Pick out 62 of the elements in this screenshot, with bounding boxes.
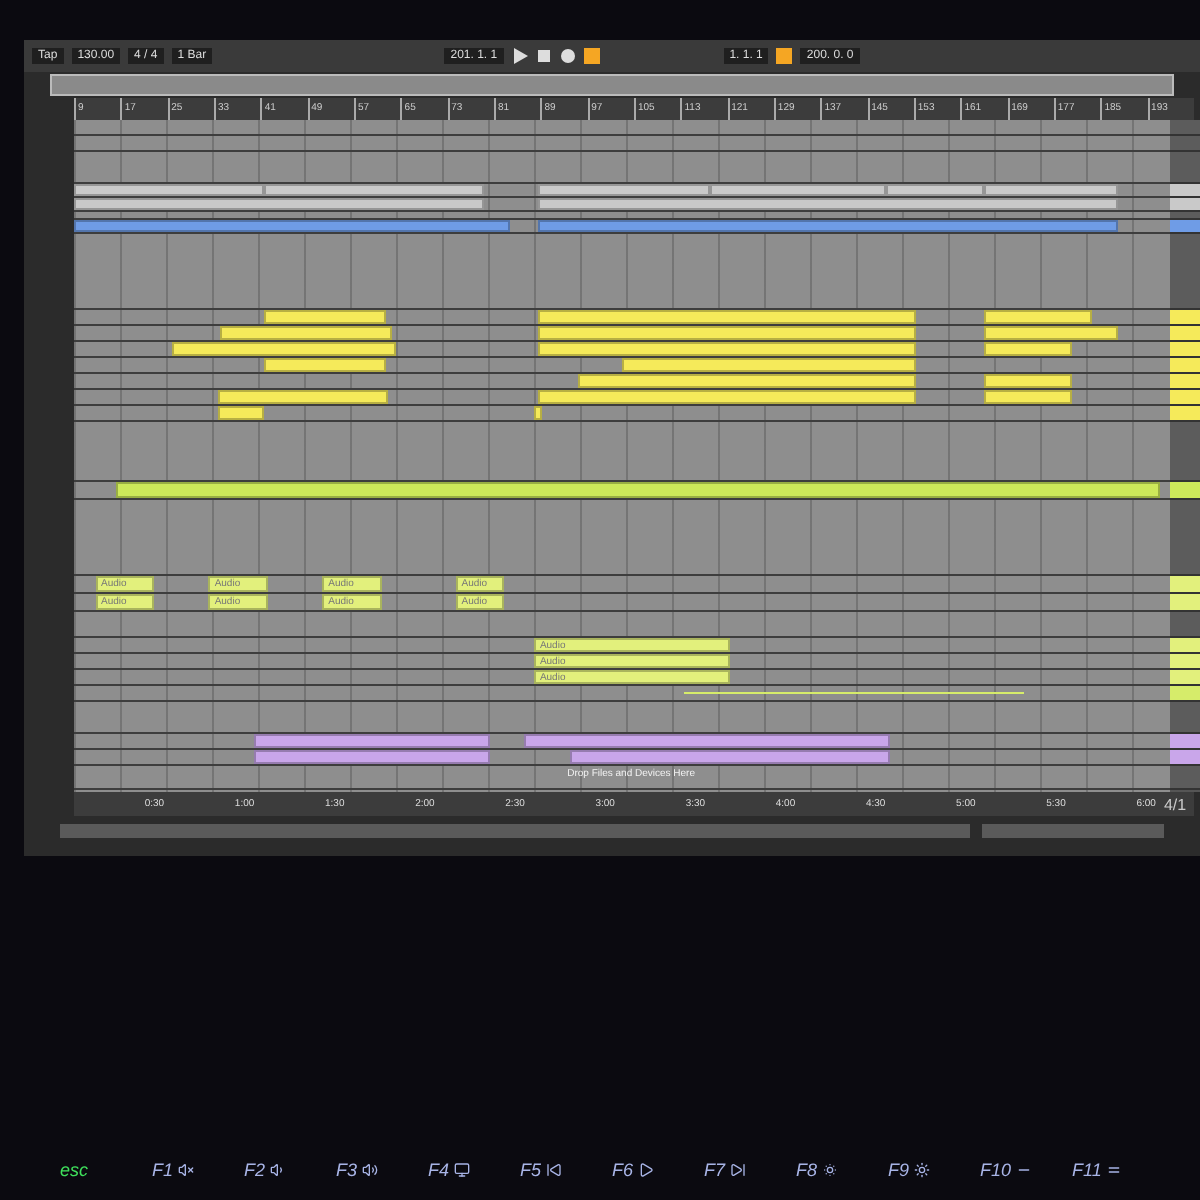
clip[interactable] bbox=[578, 374, 916, 388]
clip[interactable] bbox=[537, 390, 916, 404]
play-icon[interactable] bbox=[511, 48, 528, 64]
key-label[interactable]: esc bbox=[60, 1160, 89, 1180]
clip[interactable] bbox=[537, 310, 916, 324]
clip[interactable] bbox=[220, 326, 393, 340]
clip[interactable] bbox=[886, 184, 985, 196]
volume-down-icon bbox=[269, 1162, 286, 1178]
mute-icon bbox=[177, 1162, 194, 1178]
zoom-label: 4/1 bbox=[1161, 795, 1189, 813]
brightness-down-icon bbox=[821, 1162, 838, 1178]
key-label[interactable]: F8 bbox=[796, 1160, 818, 1180]
key-label[interactable]: F7 bbox=[704, 1160, 726, 1180]
clip[interactable] bbox=[73, 220, 511, 232]
next-icon bbox=[729, 1162, 746, 1178]
key-label[interactable]: F4 bbox=[428, 1160, 450, 1180]
clip[interactable] bbox=[984, 342, 1073, 356]
display-icon bbox=[453, 1162, 470, 1178]
key-label[interactable]: F3 bbox=[336, 1160, 358, 1180]
key-label[interactable]: F6 bbox=[612, 1160, 634, 1180]
clip[interactable] bbox=[984, 184, 1118, 196]
clip[interactable] bbox=[537, 220, 1118, 232]
clip[interactable] bbox=[984, 310, 1093, 324]
stop-icon[interactable] bbox=[535, 48, 552, 64]
clip[interactable] bbox=[116, 482, 1161, 498]
volume-up-icon bbox=[361, 1162, 378, 1178]
loop-toggle[interactable] bbox=[776, 48, 793, 64]
clip[interactable] bbox=[569, 750, 891, 764]
clip[interactable] bbox=[537, 184, 711, 196]
key-label[interactable]: F5 bbox=[520, 1160, 542, 1180]
key-label[interactable]: F11 bbox=[1072, 1160, 1102, 1180]
clip[interactable] bbox=[622, 358, 916, 372]
clip[interactable] bbox=[984, 374, 1073, 388]
clip[interactable] bbox=[263, 310, 387, 324]
clip[interactable] bbox=[171, 342, 397, 356]
scroll-bar[interactable] bbox=[60, 823, 970, 837]
record-icon[interactable] bbox=[559, 48, 576, 64]
clip[interactable] bbox=[537, 326, 916, 340]
clip[interactable] bbox=[537, 198, 1118, 210]
draw-mode-toggle[interactable] bbox=[583, 48, 600, 64]
clip[interactable] bbox=[533, 406, 542, 420]
clip[interactable] bbox=[524, 734, 891, 748]
clip[interactable] bbox=[984, 390, 1073, 404]
scroll-bar[interactable] bbox=[982, 823, 1164, 837]
clip[interactable] bbox=[73, 198, 485, 210]
clip[interactable] bbox=[710, 184, 887, 196]
clip[interactable] bbox=[218, 390, 389, 404]
key-label[interactable]: F9 bbox=[888, 1160, 910, 1180]
clip[interactable] bbox=[263, 358, 387, 372]
clip[interactable] bbox=[253, 734, 491, 748]
previous-icon bbox=[545, 1162, 562, 1178]
clip[interactable] bbox=[263, 184, 485, 196]
clip[interactable] bbox=[253, 750, 491, 764]
clip[interactable] bbox=[73, 184, 264, 196]
clip[interactable] bbox=[537, 342, 916, 356]
clip[interactable] bbox=[218, 406, 264, 420]
key-label[interactable]: F1 bbox=[152, 1160, 174, 1180]
clip[interactable] bbox=[984, 326, 1118, 340]
key-label[interactable]: F10 bbox=[980, 1160, 1012, 1180]
brightness-up-icon bbox=[913, 1162, 930, 1178]
overview-strip[interactable] bbox=[50, 74, 1174, 96]
key-label[interactable]: F2 bbox=[244, 1160, 266, 1180]
